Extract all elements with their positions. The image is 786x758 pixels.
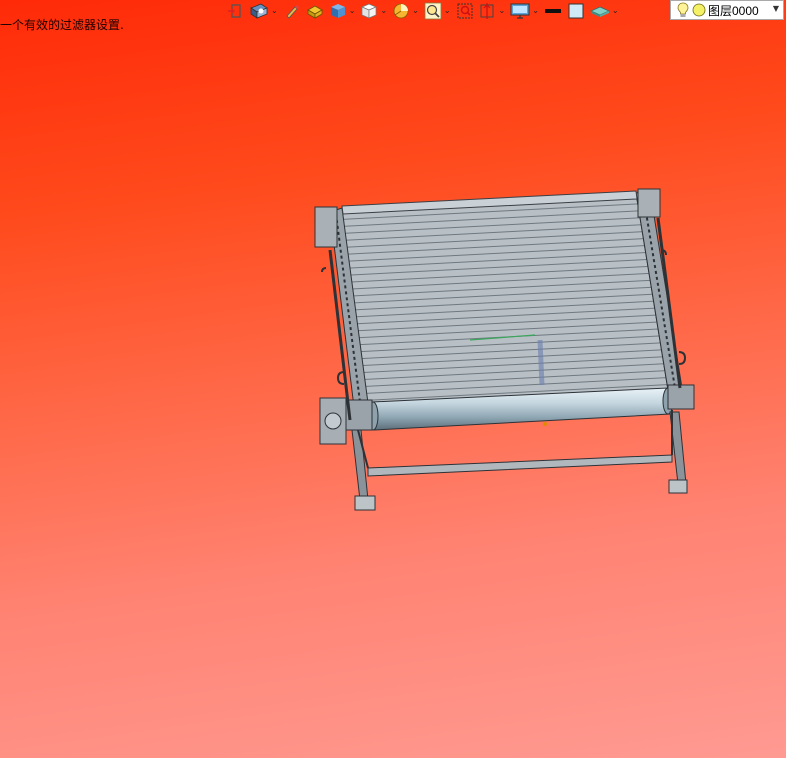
conveyor-model xyxy=(314,188,695,511)
model-viewport[interactable] xyxy=(0,0,786,758)
